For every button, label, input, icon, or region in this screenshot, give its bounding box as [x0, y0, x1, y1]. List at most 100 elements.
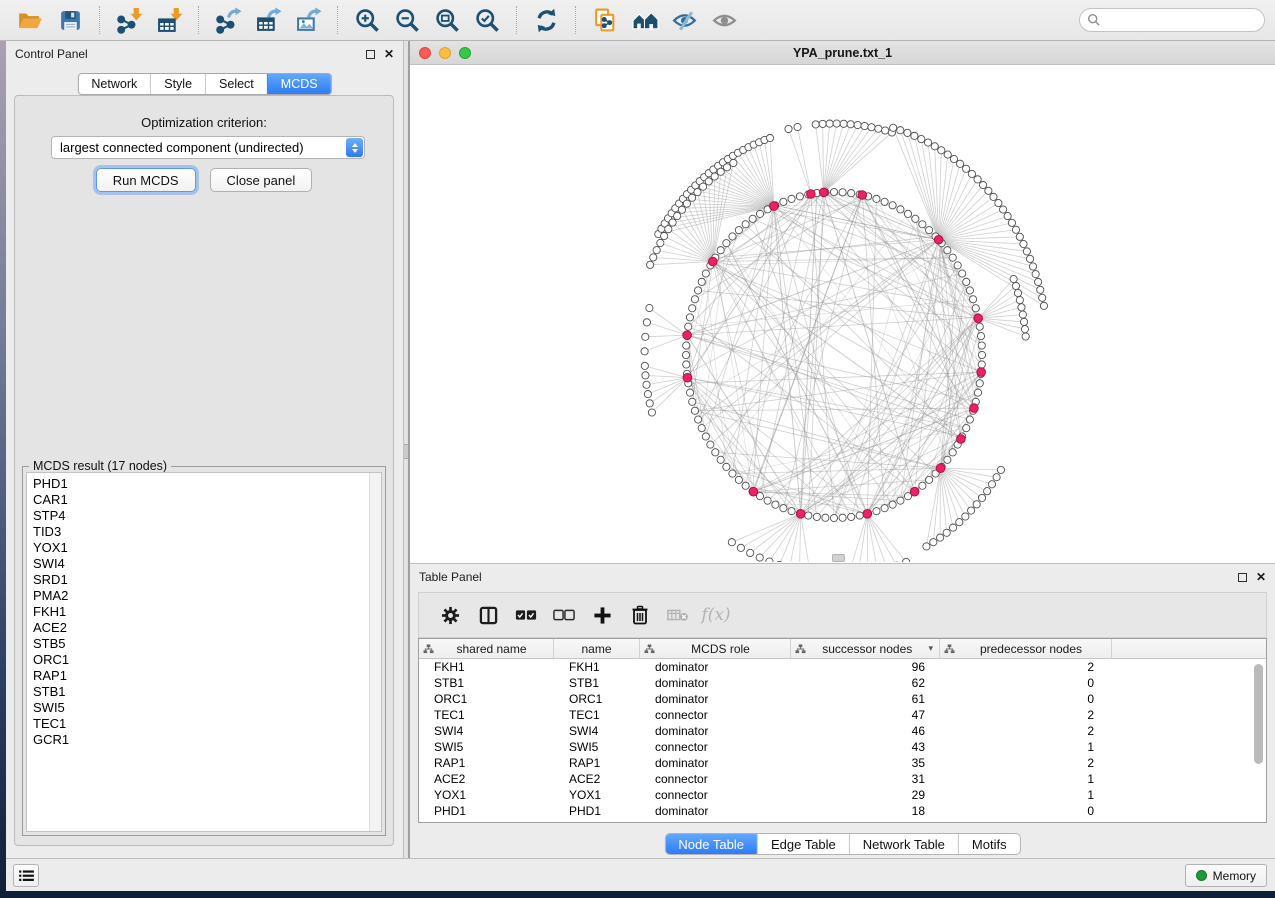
network-node[interactable] [737, 544, 744, 551]
network-node[interactable] [794, 123, 801, 130]
network-node[interactable] [978, 361, 985, 368]
network-node[interactable] [1000, 206, 1007, 213]
network-node[interactable] [717, 456, 724, 463]
mcds-node[interactable] [819, 188, 828, 197]
network-node[interactable] [1021, 326, 1028, 333]
export-table-button[interactable] [248, 4, 288, 36]
network-node[interactable] [868, 124, 875, 131]
network-node[interactable] [1026, 255, 1033, 262]
network-node[interactable] [978, 342, 985, 349]
network-node[interactable] [993, 474, 1000, 481]
network-node[interactable] [650, 254, 657, 261]
network-node[interactable] [735, 227, 742, 234]
network-node[interactable] [963, 425, 970, 432]
tab-motifs[interactable]: Motifs [958, 834, 1020, 854]
network-node[interactable] [730, 159, 737, 166]
network-node[interactable] [956, 519, 963, 526]
network-node[interactable] [717, 247, 724, 254]
network-node[interactable] [848, 513, 855, 520]
network-node[interactable] [717, 168, 724, 175]
mcds-node[interactable] [936, 464, 945, 473]
network-node[interactable] [812, 121, 819, 128]
network-node[interactable] [976, 323, 983, 330]
network-node[interactable] [695, 287, 702, 294]
network-node[interactable] [683, 342, 690, 349]
network-node[interactable] [1012, 226, 1019, 233]
network-node[interactable] [646, 304, 653, 311]
network-node[interactable] [766, 558, 773, 562]
network-node[interactable] [647, 261, 654, 268]
float-panel-icon[interactable] [366, 50, 375, 59]
network-node[interactable] [756, 210, 763, 217]
network-node[interactable] [756, 554, 763, 561]
mcds-node[interactable] [977, 368, 986, 377]
network-node[interactable] [977, 332, 984, 339]
network-node[interactable] [944, 456, 951, 463]
column-header-name[interactable]: name [554, 639, 640, 658]
network-node[interactable] [805, 512, 812, 519]
network-node[interactable] [689, 398, 696, 405]
mcds-node[interactable] [749, 487, 758, 496]
vertical-splitter-grip[interactable] [404, 444, 408, 459]
table-row[interactable]: ORC1ORC1dominator610 [419, 691, 1266, 707]
network-node[interactable] [911, 132, 918, 139]
network-node[interactable] [976, 380, 983, 387]
table-row[interactable]: YOX1YOX1connector291 [419, 787, 1266, 803]
network-node[interactable] [904, 129, 911, 136]
network-node[interactable] [949, 254, 956, 261]
network-node[interactable] [995, 199, 1002, 206]
network-node[interactable] [882, 127, 889, 134]
network-node[interactable] [926, 476, 933, 483]
network-node[interactable] [930, 539, 937, 546]
network-node[interactable] [657, 239, 664, 246]
network-node[interactable] [728, 539, 735, 546]
network-node[interactable] [854, 121, 861, 128]
network-node[interactable] [702, 433, 709, 440]
mcds-node[interactable] [796, 510, 805, 519]
mcds-node[interactable] [683, 331, 692, 340]
network-node[interactable] [926, 227, 933, 234]
network-node[interactable] [653, 247, 660, 254]
network-node[interactable] [918, 135, 925, 142]
network-node[interactable] [944, 247, 951, 254]
network-node[interactable] [689, 194, 696, 201]
mcds-node[interactable] [708, 257, 717, 266]
network-node[interactable] [919, 221, 926, 228]
close-panel-icon[interactable]: ✕ [384, 50, 394, 59]
column-header-mcds-role[interactable]: MCDS role [640, 639, 791, 658]
network-node[interactable] [723, 463, 730, 470]
network-node[interactable] [780, 198, 787, 205]
network-node[interactable] [897, 497, 904, 504]
mcds-node[interactable] [970, 404, 979, 413]
zoom-in-button[interactable] [347, 4, 387, 36]
memory-button[interactable]: Memory [1185, 864, 1267, 887]
network-node[interactable] [840, 120, 847, 127]
network-node[interactable] [764, 497, 771, 504]
select-all-columns-button[interactable] [507, 597, 545, 633]
network-node[interactable] [642, 333, 649, 340]
network-node[interactable] [674, 212, 681, 219]
network-node[interactable] [694, 188, 701, 195]
network-node[interactable] [974, 389, 981, 396]
import-table-button[interactable] [149, 4, 189, 36]
network-node[interactable] [962, 513, 969, 520]
open-session-button[interactable] [10, 4, 50, 36]
network-node[interactable] [749, 215, 756, 222]
table-row[interactable]: ACE2ACE2connector311 [419, 771, 1266, 787]
network-node[interactable] [780, 505, 787, 512]
network-node[interactable] [949, 449, 956, 456]
network-node[interactable] [974, 176, 981, 183]
network-node[interactable] [711, 173, 718, 180]
mcds-node[interactable] [957, 435, 966, 444]
table-row[interactable]: SWI4SWI4dominator462 [419, 723, 1266, 739]
network-node[interactable] [669, 219, 676, 226]
network-node[interactable] [1008, 219, 1015, 226]
network-node[interactable] [1020, 318, 1027, 325]
network-node[interactable] [919, 482, 926, 489]
optimization-criterion-select[interactable]: largest connected component (undirected) [51, 136, 365, 159]
network-node[interactable] [966, 287, 973, 294]
network-node[interactable] [881, 198, 888, 205]
network-node[interactable] [698, 278, 705, 285]
network-node[interactable] [1016, 233, 1023, 240]
add-column-button[interactable] [583, 597, 621, 633]
